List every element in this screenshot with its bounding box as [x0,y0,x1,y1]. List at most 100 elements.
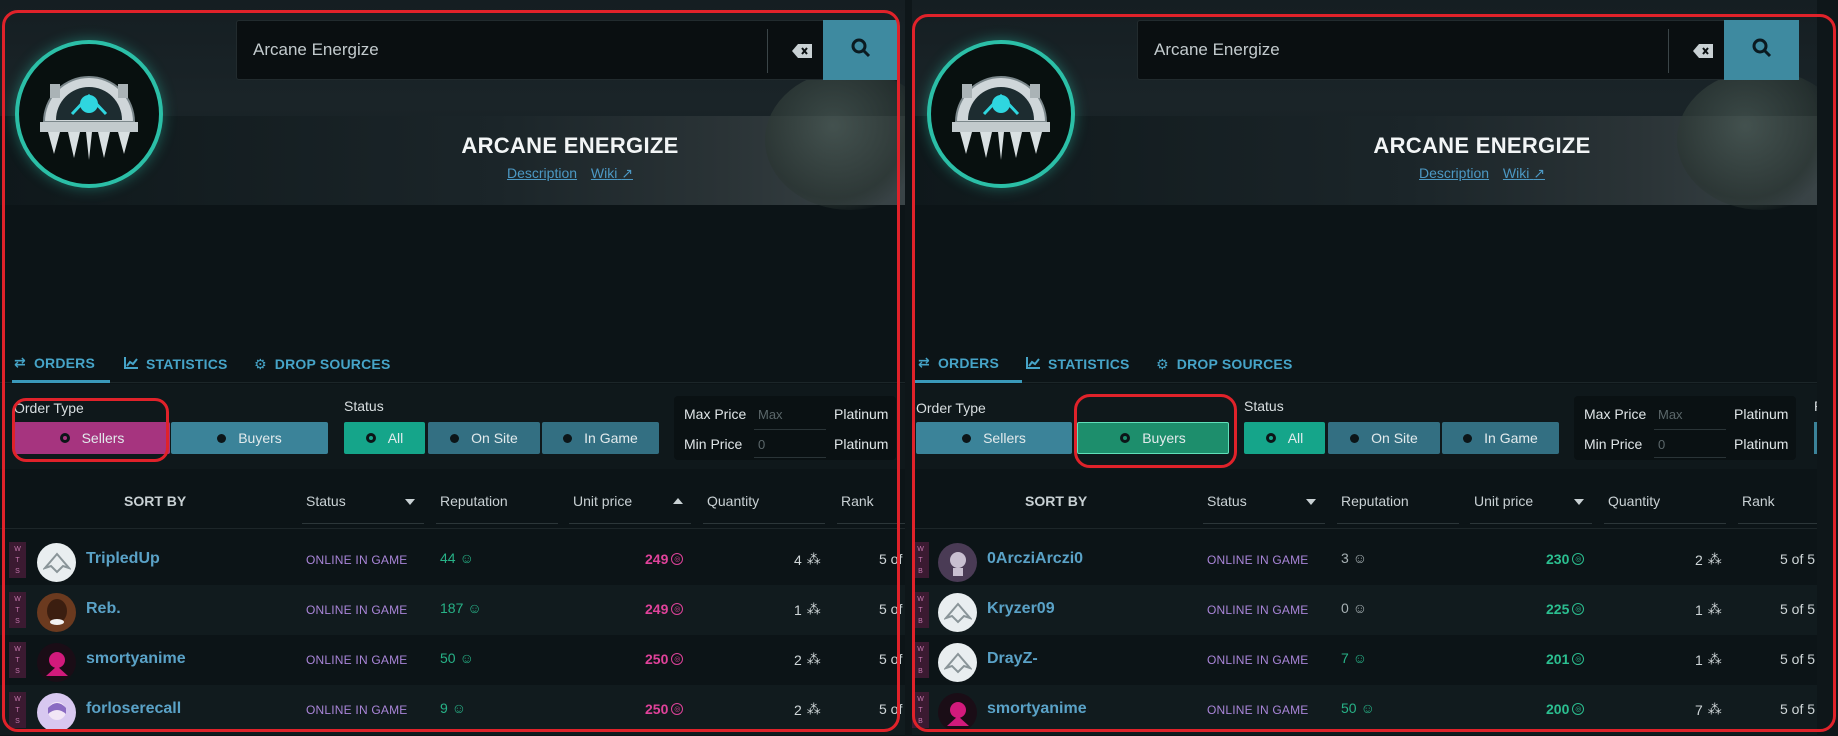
sort-quantity[interactable]: Quantity [1608,493,1660,509]
rank-filter-button[interactable] [1814,422,1817,454]
status-on-site-button[interactable]: On Site [1328,422,1440,454]
max-price-underline [754,429,826,430]
table-row[interactable]: WTB Kryzer09 ONLINE IN GAME 0 ☺ 225 ◎ 1 ⁂ 5… [912,585,1817,635]
smile-icon: ☺ [1352,550,1368,566]
sort-rank-underline [837,523,905,524]
unit-price: 250 ◎ [645,701,684,717]
tab-statistics[interactable]: STATISTICS [1026,345,1130,383]
username-link[interactable]: Kryzer09 [987,600,1055,618]
sort-rank[interactable]: Rank [841,493,874,509]
table-row[interactable]: WTB smortyanime ONLINE IN GAME 50 ☺ 200 ◎ … [912,685,1817,735]
status-text: ONLINE IN GAME [306,553,408,567]
description-link[interactable]: Description [1419,165,1489,181]
min-price-input[interactable]: 0 [758,437,765,452]
username-link[interactable]: smortyanime [987,700,1087,718]
max-price-input[interactable]: Max [1658,407,1683,422]
external-link-icon: ↗ [1533,165,1545,181]
backspace-icon[interactable] [782,36,822,66]
wts-badge: WTS [9,692,26,728]
table-row[interactable]: WTS TripledUp ONLINE IN GAME 44 ☺ 249 ◎ 4 ⁂… [0,535,905,585]
smile-icon: ☺ [467,600,482,616]
username-link[interactable]: TripledUp [86,550,160,568]
rank-filter-label: Ra [1814,398,1817,414]
item-tabs: ⇄ ORDERS STATISTICS ⚙ DROP SOURCES [0,345,905,383]
tab-drop-sources[interactable]: ⚙ DROP SOURCES [1156,345,1293,383]
username-link[interactable]: smortyanime [86,650,186,668]
stack-icon: ⁂ [806,701,821,717]
tab-orders[interactable]: ⇄ ORDERS [12,345,110,383]
description-link[interactable]: Description [507,165,577,181]
tab-orders[interactable]: ⇄ ORDERS [914,345,1022,383]
rank: 5 of 5 [1780,701,1816,717]
wts-badge: WTS [9,642,26,678]
reputation: 3 ☺ [1341,550,1368,566]
avatar [938,693,977,732]
sort-reputation-underline [436,523,558,524]
swap-arrows-icon: ⇄ [14,354,26,370]
username-link[interactable]: DrayZ- [987,650,1038,668]
table-row[interactable]: WTS Reb. ONLINE IN GAME 187 ☺ 249 ◎ 1 ⁂ 5 o… [0,585,905,635]
status-text: ONLINE IN GAME [306,603,408,617]
wiki-link[interactable]: Wiki ↗ [591,165,633,181]
sort-unit-price[interactable]: Unit price [1474,493,1533,509]
max-price-label: Max Price [684,406,747,422]
username-link[interactable]: forloserecall [86,700,181,718]
platinum-icon: ◎ [671,603,684,615]
sort-quantity[interactable]: Quantity [707,493,759,509]
table-row[interactable]: WTB DrayZ- ONLINE IN GAME 7 ☺ 201 ◎ 1 ⁂ 5 o… [912,635,1817,685]
search-button[interactable] [1724,20,1799,80]
sort-unit-price[interactable]: Unit price [573,493,632,509]
table-row[interactable]: WTB 0ArcziArczi0 ONLINE IN GAME 3 ☺ 230 ◎ … [912,535,1817,585]
table-row[interactable]: WTS forloserecall ONLINE IN GAME 9 ☺ 250 ◎… [0,685,905,735]
username-link[interactable]: 0ArcziArczi0 [987,550,1083,568]
buyers-button[interactable]: Buyers [1077,422,1229,454]
unit-price: 249 ◎ [645,551,684,567]
search-input[interactable] [1154,21,1664,79]
status-text: ONLINE IN GAME [306,653,408,667]
avatar [37,643,76,682]
price-filter: Max Price Max Platinum Min Price 0 Plati… [1574,396,1796,460]
sellers-button[interactable]: Sellers [14,422,170,454]
tab-drop-sources[interactable]: ⚙ DROP SOURCES [254,345,391,383]
status-text: ONLINE IN GAME [306,703,408,717]
rank: 5 of 5 [1780,601,1816,617]
sellers-button[interactable]: Sellers [916,422,1072,454]
search-bar [1137,20,1799,80]
wiki-link[interactable]: Wiki ↗ [1503,165,1545,181]
sort-status[interactable]: Status [306,493,346,509]
sort-reputation[interactable]: Reputation [440,493,508,509]
table-row[interactable]: WTS smortyanime ONLINE IN GAME 50 ☺ 250 ◎ … [0,635,905,685]
sort-reputation[interactable]: Reputation [1341,493,1409,509]
platinum-icon: ◎ [1572,653,1585,665]
status-in-game-button[interactable]: In Game [1442,422,1559,454]
status-all-button[interactable]: All [1244,422,1325,454]
backspace-icon[interactable] [1683,36,1723,66]
tab-statistics[interactable]: STATISTICS [124,345,228,383]
sort-unit-price-underline [1470,523,1592,524]
caret-down-icon [1574,499,1584,505]
username-link[interactable]: Reb. [86,600,121,618]
reputation: 7 ☺ [1341,650,1368,666]
item-title: ARCANE ENERGIZE [1373,133,1591,158]
sort-status[interactable]: Status [1207,493,1247,509]
caret-down-icon [1306,499,1316,505]
avatar [938,543,977,582]
rank: 5 of 5 [1780,551,1816,567]
status-in-game-button[interactable]: In Game [542,422,659,454]
status-all-button[interactable]: All [344,422,425,454]
cog-icon: ⚙ [254,355,267,372]
sort-rank[interactable]: Rank [1742,493,1775,509]
sort-header: SORT BY Status Reputation Unit price Qua… [0,477,905,529]
search-button[interactable] [823,20,898,80]
reputation: 187 ☺ [440,600,482,616]
buyers-button[interactable]: Buyers [171,422,328,454]
swap-arrows-icon: ⇄ [918,354,930,370]
min-price-input[interactable]: 0 [1658,437,1665,452]
chart-icon [1026,356,1040,372]
search-input[interactable] [253,21,763,79]
caret-down-icon [405,499,415,505]
smile-icon: ☺ [1352,600,1368,616]
max-price-input[interactable]: Max [758,407,783,422]
sort-status-underline [1203,523,1325,524]
status-on-site-button[interactable]: On Site [428,422,540,454]
